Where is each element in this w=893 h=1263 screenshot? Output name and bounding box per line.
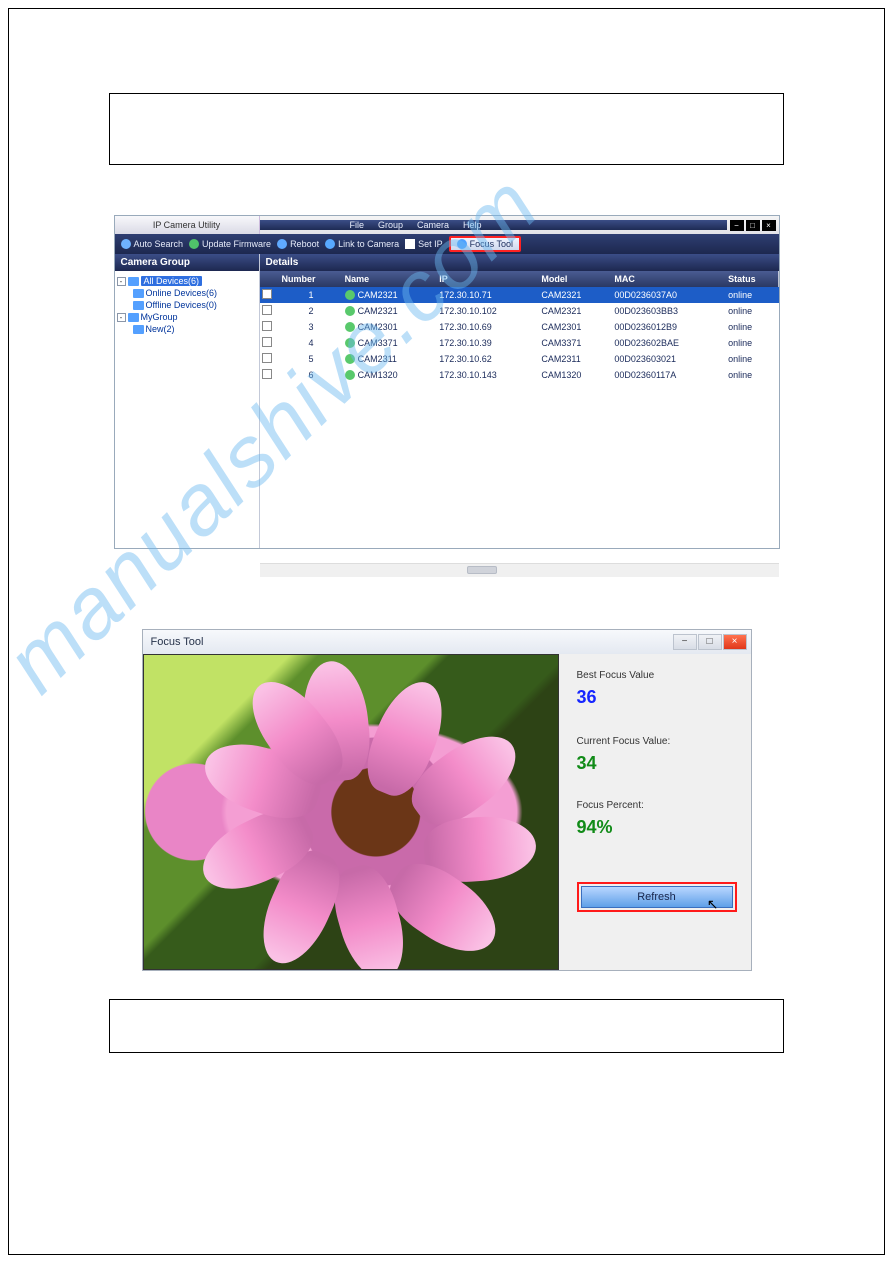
table-row[interactable]: 4CAM3371172.30.10.39CAM337100D023602BAEo…: [260, 335, 779, 351]
update-icon: [189, 239, 199, 249]
camera-group-header: Camera Group: [115, 254, 259, 271]
refresh-highlight: Refresh ↖: [577, 882, 737, 912]
tree-offline[interactable]: Offline Devices(0): [117, 299, 257, 311]
col-status[interactable]: Status: [726, 271, 778, 287]
current-focus-value: 34: [577, 753, 737, 774]
link-icon: [325, 239, 335, 249]
caption-box-bottom: [109, 999, 784, 1053]
update-firmware-button[interactable]: Update Firmware: [189, 239, 271, 249]
reboot-button[interactable]: Reboot: [277, 239, 319, 249]
col-mac[interactable]: MAC: [612, 271, 726, 287]
cursor-icon: ↖: [707, 896, 719, 913]
maximize-button[interactable]: □: [746, 220, 760, 231]
link-to-camera-button[interactable]: Link to Camera: [325, 239, 399, 249]
setip-icon: [405, 239, 415, 249]
col-number[interactable]: Number: [280, 271, 343, 287]
table-row[interactable]: 3CAM2301172.30.10.69CAM230100D0236012B9o…: [260, 319, 779, 335]
focus-tool-button[interactable]: Focus Tool: [449, 236, 521, 252]
ip-camera-utility-window: IP Camera Utility File Group Camera Help…: [114, 215, 780, 549]
current-focus-label: Current Focus Value:: [577, 736, 737, 747]
focus-info-panel: Best Focus Value 36 Current Focus Value:…: [559, 654, 751, 970]
tree-new2[interactable]: New(2): [117, 323, 257, 335]
camera-group-panel: Camera Group -All Devices(6) Online Devi…: [115, 254, 260, 548]
close-button[interactable]: ×: [723, 634, 747, 650]
window-title: IP Camera Utility: [115, 216, 260, 234]
camera-icon: [345, 370, 355, 380]
focus-percent-label: Focus Percent:: [577, 800, 737, 811]
camera-icon: [345, 338, 355, 348]
col-ip[interactable]: IP: [437, 271, 539, 287]
toolbar: Auto Search Update Firmware Reboot Link …: [115, 234, 779, 254]
best-focus-value: 36: [577, 687, 737, 708]
maximize-button[interactable]: □: [698, 634, 722, 650]
caption-box-top: [109, 93, 784, 165]
scrollbar-thumb[interactable]: [467, 566, 497, 574]
row-checkbox[interactable]: [262, 289, 272, 299]
reboot-icon: [277, 239, 287, 249]
table-row[interactable]: 2CAM2321172.30.10.102CAM232100D023603BB3…: [260, 303, 779, 319]
focus-titlebar: Focus Tool − □ ×: [143, 630, 751, 654]
auto-search-button[interactable]: Auto Search: [121, 239, 184, 249]
device-table: Number Name IP Model MAC Status 1CAM2321…: [260, 271, 779, 383]
best-focus-label: Best Focus Value: [577, 670, 737, 681]
col-name[interactable]: Name: [343, 271, 438, 287]
minimize-button[interactable]: −: [730, 220, 744, 231]
search-icon: [121, 239, 131, 249]
focus-icon: [457, 239, 467, 249]
folder-icon: [133, 289, 144, 298]
close-button[interactable]: ×: [762, 220, 776, 231]
camera-icon: [345, 306, 355, 316]
table-row[interactable]: 1CAM2321172.30.10.71CAM232100D0236037A0o…: [260, 287, 779, 303]
menu-camera[interactable]: Camera: [417, 220, 449, 230]
folder-icon: [133, 301, 144, 310]
folder-icon: [133, 325, 144, 334]
table-row[interactable]: 5CAM2311172.30.10.62CAM231100D023603021o…: [260, 351, 779, 367]
folder-icon: [128, 277, 139, 286]
focus-percent-value: 94%: [577, 817, 737, 838]
minimize-button[interactable]: −: [673, 634, 697, 650]
details-panel: Details Number Name IP Model MAC Status: [260, 254, 779, 548]
titlebar: IP Camera Utility File Group Camera Help…: [115, 216, 779, 234]
horizontal-scrollbar[interactable]: [260, 563, 779, 577]
collapse-icon[interactable]: -: [117, 277, 126, 286]
row-checkbox[interactable]: [262, 353, 272, 363]
row-checkbox[interactable]: [262, 305, 272, 315]
focus-window-title: Focus Tool: [147, 636, 204, 648]
row-checkbox[interactable]: [262, 369, 272, 379]
menu-help[interactable]: Help: [463, 220, 482, 230]
details-header: Details: [260, 254, 779, 271]
camera-icon: [345, 354, 355, 364]
row-checkbox[interactable]: [262, 337, 272, 347]
menu-group[interactable]: Group: [378, 220, 403, 230]
camera-preview-image: [143, 654, 559, 970]
camera-icon: [345, 322, 355, 332]
camera-icon: [345, 290, 355, 300]
focus-tool-window: Focus Tool − □ × Best Focus Value: [142, 629, 752, 971]
collapse-icon[interactable]: -: [117, 313, 126, 322]
tree-root[interactable]: -All Devices(6): [117, 275, 257, 287]
folder-icon: [128, 313, 139, 322]
col-model[interactable]: Model: [539, 271, 612, 287]
menu-file[interactable]: File: [350, 220, 365, 230]
device-tree: -All Devices(6) Online Devices(6) Offlin…: [115, 271, 259, 339]
window-buttons: − □ ×: [727, 220, 779, 231]
set-ip-button[interactable]: Set IP: [405, 239, 443, 249]
menubar: File Group Camera Help: [260, 220, 727, 230]
tree-online[interactable]: Online Devices(6): [117, 287, 257, 299]
tree-mygroup[interactable]: -MyGroup: [117, 311, 257, 323]
row-checkbox[interactable]: [262, 321, 272, 331]
table-row[interactable]: 6CAM1320172.30.10.143CAM132000D02360117A…: [260, 367, 779, 383]
